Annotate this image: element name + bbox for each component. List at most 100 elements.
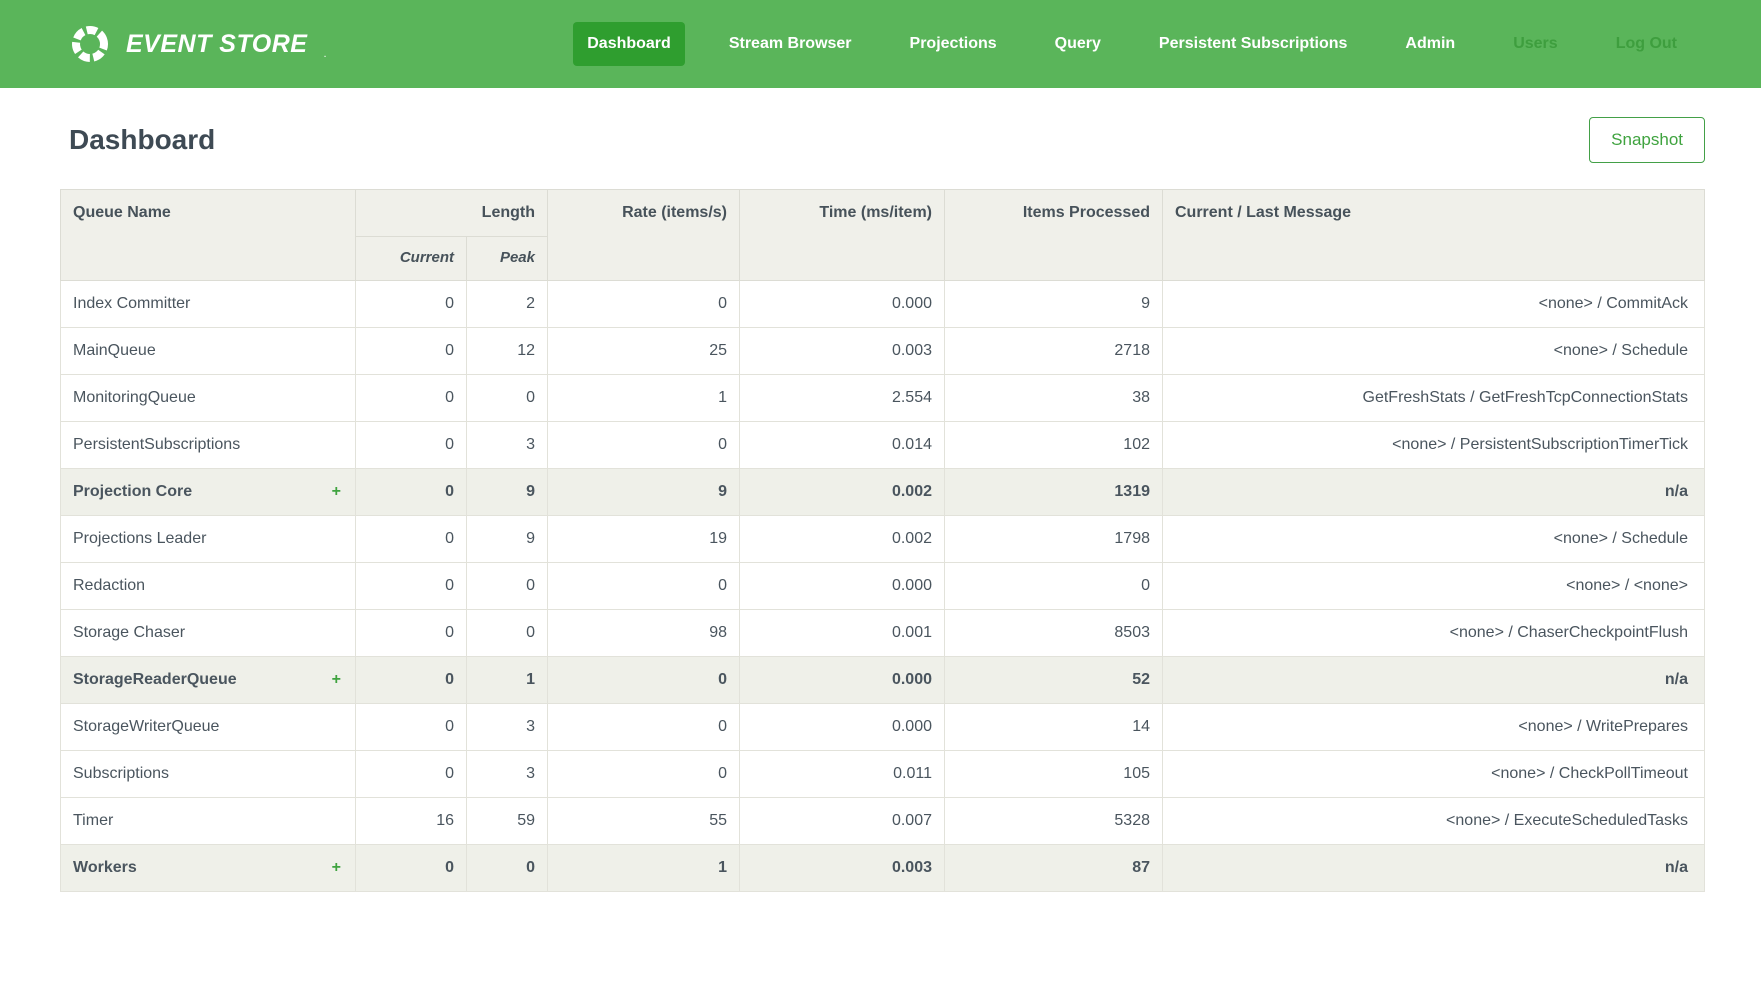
table-row[interactable]: Projection Core+0990.0021319n/a [61, 469, 1705, 516]
queues-table-wrap: Queue Name Length Rate (items/s) Time (m… [0, 189, 1761, 892]
queue-current: 0 [356, 469, 467, 516]
queue-time: 0.000 [740, 704, 945, 751]
queue-peak: 3 [467, 751, 548, 798]
queue-message: n/a [1163, 657, 1705, 704]
queue-rate: 1 [548, 375, 740, 422]
queues-table: Queue Name Length Rate (items/s) Time (m… [60, 189, 1705, 892]
queue-current: 0 [356, 610, 467, 657]
queue-peak: 3 [467, 422, 548, 469]
column-header-rate: Rate (items/s) [548, 190, 740, 281]
queue-current: 0 [356, 375, 467, 422]
queue-rate: 0 [548, 422, 740, 469]
queue-time: 0.000 [740, 657, 945, 704]
queue-items-processed: 102 [945, 422, 1163, 469]
queue-name: MonitoringQueue [73, 389, 196, 407]
queue-name: Index Committer [73, 295, 190, 313]
queue-rate: 0 [548, 281, 740, 328]
queue-name: StorageWriterQueue [73, 718, 219, 736]
queue-peak: 1 [467, 657, 548, 704]
queue-rate: 25 [548, 328, 740, 375]
queue-current: 16 [356, 798, 467, 845]
queue-current: 0 [356, 328, 467, 375]
queue-rate: 0 [548, 563, 740, 610]
queue-message: <none> / CheckPollTimeout [1163, 751, 1705, 798]
table-row[interactable]: Workers+0010.00387n/a [61, 845, 1705, 892]
queue-message: n/a [1163, 469, 1705, 516]
queue-rate: 55 [548, 798, 740, 845]
column-header-length: Length [356, 190, 548, 237]
snapshot-button[interactable]: Snapshot [1589, 117, 1705, 163]
queue-name: Workers [73, 859, 137, 877]
queue-name: Projections Leader [73, 530, 206, 548]
queue-name: Storage Chaser [73, 624, 185, 642]
queue-items-processed: 2718 [945, 328, 1163, 375]
queue-message: <none> / Schedule [1163, 516, 1705, 563]
queue-name: PersistentSubscriptions [73, 436, 240, 454]
queue-peak: 9 [467, 516, 548, 563]
table-row: Subscriptions0300.011105<none> / CheckPo… [61, 751, 1705, 798]
table-row[interactable]: StorageReaderQueue+0100.00052n/a [61, 657, 1705, 704]
expand-plus-icon[interactable]: + [332, 859, 341, 877]
queue-current: 0 [356, 422, 467, 469]
nav-item-dashboard[interactable]: Dashboard [573, 22, 685, 66]
queue-current: 0 [356, 704, 467, 751]
column-header-queue-name: Queue Name [61, 190, 356, 281]
nav-item-projections[interactable]: Projections [896, 22, 1011, 66]
queue-time: 0.002 [740, 469, 945, 516]
queue-rate: 19 [548, 516, 740, 563]
nav-item-admin[interactable]: Admin [1391, 22, 1469, 66]
nav-item-log-out[interactable]: Log Out [1602, 22, 1691, 66]
queue-message: <none> / Schedule [1163, 328, 1705, 375]
event-store-logo[interactable]: EVENT STORE . [68, 22, 327, 66]
queue-items-processed: 87 [945, 845, 1163, 892]
queue-time: 0.011 [740, 751, 945, 798]
queue-items-processed: 105 [945, 751, 1163, 798]
top-nav-bar: EVENT STORE . Dashboard Stream Browser Pro… [0, 0, 1761, 88]
table-row: Storage Chaser00980.0018503<none> / Chas… [61, 610, 1705, 657]
queue-peak: 0 [467, 563, 548, 610]
queue-name: Redaction [73, 577, 145, 595]
queue-message: <none> / <none> [1163, 563, 1705, 610]
nav-item-stream-browser[interactable]: Stream Browser [715, 22, 866, 66]
queue-message: GetFreshStats / GetFreshTcpConnectionSta… [1163, 375, 1705, 422]
table-row: PersistentSubscriptions0300.014102<none>… [61, 422, 1705, 469]
queue-name: MainQueue [73, 342, 156, 360]
queue-current: 0 [356, 281, 467, 328]
column-subheader-peak: Peak [467, 237, 548, 281]
queue-rate: 0 [548, 751, 740, 798]
expand-plus-icon[interactable]: + [332, 483, 341, 501]
queue-time: 2.554 [740, 375, 945, 422]
queue-current: 0 [356, 516, 467, 563]
nav-item-persistent-subscriptions[interactable]: Persistent Subscriptions [1145, 22, 1362, 66]
queue-items-processed: 52 [945, 657, 1163, 704]
queue-items-processed: 5328 [945, 798, 1163, 845]
queue-time: 0.000 [740, 563, 945, 610]
queue-message: <none> / WritePrepares [1163, 704, 1705, 751]
nav-item-query[interactable]: Query [1041, 22, 1115, 66]
table-row: MainQueue012250.0032718<none> / Schedule [61, 328, 1705, 375]
expand-plus-icon[interactable]: + [332, 671, 341, 689]
queue-current: 0 [356, 751, 467, 798]
queue-name: Timer [73, 812, 113, 830]
queue-name: StorageReaderQueue [73, 671, 237, 689]
queue-message: n/a [1163, 845, 1705, 892]
page-head: Dashboard Snapshot [0, 88, 1761, 189]
queue-time: 0.002 [740, 516, 945, 563]
queue-items-processed: 14 [945, 704, 1163, 751]
queue-peak: 2 [467, 281, 548, 328]
queue-peak: 9 [467, 469, 548, 516]
table-row: Projections Leader 09190.0021798<none> / … [61, 516, 1705, 563]
nav-item-users[interactable]: Users [1499, 22, 1571, 66]
queue-message: <none> / PersistentSubscriptionTimerTick [1163, 422, 1705, 469]
queue-items-processed: 38 [945, 375, 1163, 422]
main-nav: Dashboard Stream Browser Projections Query P… [573, 22, 1691, 66]
queue-time: 0.001 [740, 610, 945, 657]
queue-current: 0 [356, 563, 467, 610]
queue-items-processed: 8503 [945, 610, 1163, 657]
queue-items-processed: 1798 [945, 516, 1163, 563]
queue-peak: 59 [467, 798, 548, 845]
table-row: Timer1659550.0075328<none> / ExecuteSche… [61, 798, 1705, 845]
queue-name: Subscriptions [73, 765, 169, 783]
queue-message: <none> / ChaserCheckpointFlush [1163, 610, 1705, 657]
queue-message: <none> / ExecuteScheduledTasks [1163, 798, 1705, 845]
